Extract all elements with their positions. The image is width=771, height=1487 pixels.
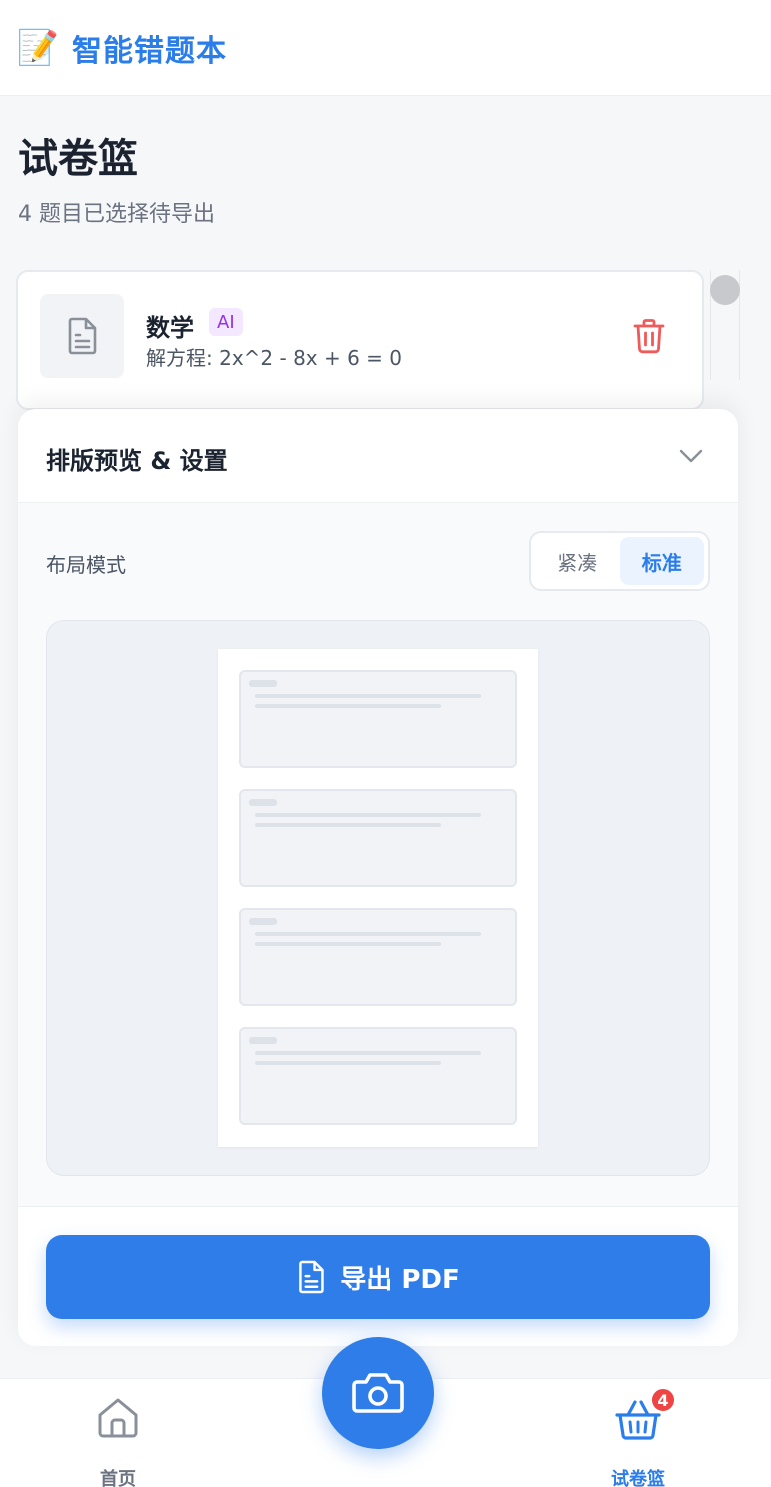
nav-home[interactable]: 首页 <box>76 1393 160 1487</box>
export-pdf-button[interactable]: 导出 PDF <box>46 1235 710 1319</box>
layout-option-standard[interactable]: 标准 <box>619 537 704 585</box>
document-icon <box>68 317 97 355</box>
panel-footer: 导出 PDF <box>18 1206 738 1346</box>
app-header: 📝 智能错题本 <box>0 0 771 96</box>
preview-question-block <box>239 670 517 768</box>
ai-badge: AI <box>209 308 243 336</box>
app-title: 智能错题本 <box>72 33 227 69</box>
camera-button[interactable] <box>322 1337 434 1449</box>
camera-icon <box>352 1373 404 1413</box>
memo-pencil-icon: 📝 <box>16 27 60 68</box>
export-pdf-label: 导出 PDF <box>340 1264 460 1295</box>
layout-mode-toggle: 紧凑 标准 <box>529 531 710 591</box>
preview-question-block <box>239 1027 517 1125</box>
nav-home-label: 首页 <box>100 1469 136 1487</box>
scrollbar-thumb[interactable] <box>710 275 740 305</box>
chevron-down-icon <box>679 449 703 463</box>
page-subtitle: 4 题目已选择待导出 <box>18 202 215 227</box>
question-text: 解方程: 2x^2 - 8x + 6 = 0 <box>146 346 403 370</box>
layout-mode-label: 布局模式 <box>46 553 126 577</box>
delete-button[interactable] <box>632 318 666 354</box>
preview-question-block <box>239 908 517 1006</box>
panel-title: 排版预览 & 设置 <box>46 447 228 475</box>
basket-count-badge: 4 <box>650 1387 676 1413</box>
preview-page <box>218 649 538 1147</box>
layout-option-compact[interactable]: 紧凑 <box>535 537 620 585</box>
nav-basket[interactable]: 4 试卷篮 <box>596 1387 680 1487</box>
trash-icon <box>633 319 665 354</box>
layout-settings-panel: 排版预览 & 设置 布局模式 紧凑 标准 导出 PDF <box>18 409 738 1346</box>
panel-body: 布局模式 紧凑 标准 <box>18 503 738 1206</box>
preview-question-block <box>239 789 517 887</box>
question-subject: 数学 <box>146 314 194 342</box>
document-icon <box>299 1260 324 1294</box>
layout-preview <box>46 620 710 1176</box>
panel-header-toggle[interactable]: 排版预览 & 设置 <box>18 409 738 503</box>
nav-basket-label: 试卷篮 <box>611 1469 665 1487</box>
home-icon <box>98 1398 138 1438</box>
page-title: 试卷篮 <box>18 136 138 182</box>
question-thumbnail <box>40 294 124 378</box>
question-card[interactable]: 数学 AI 解方程: 2x^2 - 8x + 6 = 0 <box>16 270 704 410</box>
